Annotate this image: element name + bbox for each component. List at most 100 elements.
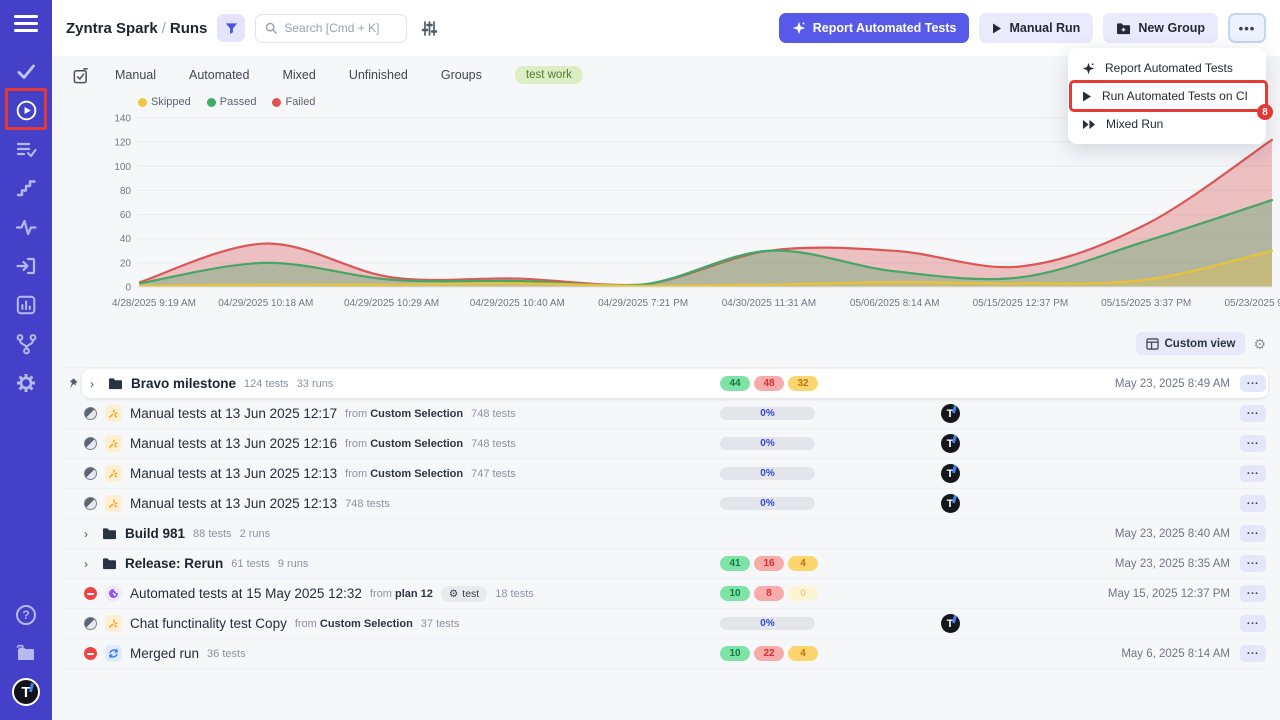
svg-text:04/29/2025 10:40 AM: 04/29/2025 10:40 AM xyxy=(470,298,565,309)
assignee-avatar[interactable]: T xyxy=(941,614,960,633)
table-row-run[interactable]: Manual tests at 13 Jun 2025 12:13 from C… xyxy=(64,459,1268,489)
milestones-stairs-icon[interactable] xyxy=(13,175,39,201)
table-row-run[interactable]: Chat functinality test Copy from Custom … xyxy=(64,609,1268,639)
runs-play-circle-icon[interactable] xyxy=(13,97,39,123)
table-row-group-build-981[interactable]: › Build 981 88 tests 2 runs May 23, 2025… xyxy=(64,519,1268,549)
projects-folder-icon[interactable] xyxy=(13,640,39,666)
manual-run-button[interactable]: Manual Run xyxy=(979,13,1093,43)
svg-text:40: 40 xyxy=(120,234,132,245)
run-tests-count: 18 tests xyxy=(495,588,534,600)
group-tests-count: 61 tests xyxy=(231,558,270,570)
assignee-avatar[interactable]: T xyxy=(941,434,960,453)
chevron-right-icon[interactable]: › xyxy=(84,557,94,571)
passed-dot-icon xyxy=(207,98,216,107)
tests-check-icon[interactable] xyxy=(13,58,39,84)
search-input[interactable] xyxy=(284,21,394,35)
passed-badge: 10 xyxy=(720,586,750,601)
branches-git-icon[interactable] xyxy=(13,331,39,357)
status-pending-icon xyxy=(84,467,97,480)
group-title[interactable]: Build 981 xyxy=(125,526,185,541)
row-more-button[interactable]: ... xyxy=(1240,375,1266,392)
new-group-button[interactable]: New Group xyxy=(1103,13,1218,43)
table-row-run[interactable]: Manual tests at 13 Jun 2025 12:13 748 te… xyxy=(64,489,1268,519)
help-icon[interactable]: ? xyxy=(13,602,39,628)
svg-text:120: 120 xyxy=(114,138,131,149)
custom-view-button[interactable]: Custom view xyxy=(1136,332,1246,355)
test-plans-list-check-icon[interactable] xyxy=(13,136,39,162)
play-icon xyxy=(1082,91,1092,102)
chevron-right-icon[interactable]: › xyxy=(84,527,94,541)
run-title[interactable]: Manual tests at 13 Jun 2025 12:13 xyxy=(130,466,337,481)
chevron-right-icon[interactable]: › xyxy=(90,377,100,391)
filter-tag-test-work[interactable]: test work xyxy=(515,66,583,84)
skipped-badge: 32 xyxy=(788,376,818,391)
group-tests-count: 124 tests xyxy=(244,378,289,390)
run-title[interactable]: Manual tests at 13 Jun 2025 12:13 xyxy=(130,496,337,511)
hamburger-menu-icon[interactable] xyxy=(14,15,38,32)
tab-automated[interactable]: Automated xyxy=(189,68,249,82)
tab-groups[interactable]: Groups xyxy=(441,68,482,82)
run-tests-count: 36 tests xyxy=(207,648,246,660)
assignee-avatar[interactable]: T xyxy=(941,494,960,513)
failed-dot-icon xyxy=(272,98,281,107)
svg-text:04/29/2025 10:18 AM: 04/29/2025 10:18 AM xyxy=(218,298,313,309)
search-box[interactable] xyxy=(255,14,407,43)
table-row-run-merged[interactable]: Merged run 36 tests 10 22 4 May 6, 2025 … xyxy=(64,639,1268,669)
row-more-button[interactable]: ... xyxy=(1240,495,1266,512)
row-more-button[interactable]: ... xyxy=(1240,435,1266,452)
menu-item-run-automated-tests-on-ci[interactable]: Run Automated Tests on CI xyxy=(1068,82,1266,110)
report-automated-tests-button[interactable]: Report Automated Tests xyxy=(779,13,970,43)
run-title[interactable]: Merged run xyxy=(130,646,199,661)
user-avatar[interactable]: T xyxy=(12,678,40,706)
menu-item-report-automated-tests[interactable]: Report Automated Tests xyxy=(1068,54,1266,82)
status-pending-icon xyxy=(84,437,97,450)
analytics-pulse-icon[interactable] xyxy=(13,214,39,240)
group-title[interactable]: Release: Rerun xyxy=(125,556,223,571)
table-row-group-bravo-milestone[interactable]: › Bravo milestone 124 tests 33 runs 44 4… xyxy=(82,369,1268,398)
run-title[interactable]: Manual tests at 13 Jun 2025 12:17 xyxy=(130,406,337,421)
table-row-run[interactable]: Manual tests at 13 Jun 2025 12:17 from C… xyxy=(64,399,1268,429)
progress-bar: 0% xyxy=(720,437,815,450)
tab-manual[interactable]: Manual xyxy=(115,68,156,82)
row-more-button[interactable]: ... xyxy=(1240,525,1266,542)
breadcrumb-project[interactable]: Zyntra Spark xyxy=(66,20,158,37)
result-badges: 10 8 0 xyxy=(720,586,818,601)
import-pull-icon[interactable] xyxy=(13,253,39,279)
result-badges: 44 48 32 xyxy=(720,376,818,391)
filter-button[interactable] xyxy=(217,14,245,42)
env-tag[interactable]: ⚙test xyxy=(441,586,487,602)
assignee-avatar[interactable]: T xyxy=(941,464,960,483)
row-more-button[interactable]: ... xyxy=(1240,405,1266,422)
group-runs-count: 9 runs xyxy=(278,558,309,570)
row-more-button[interactable]: ... xyxy=(1240,645,1266,662)
view-settings-gear-icon[interactable]: ⚙ xyxy=(1253,337,1266,351)
table-row-group-release-rerun[interactable]: › Release: Rerun 61 tests 9 runs 41 16 4… xyxy=(64,549,1268,579)
filter-sliders-icon[interactable] xyxy=(417,16,441,40)
more-actions-button[interactable]: ••• xyxy=(1228,13,1266,43)
run-tests-count: 748 tests xyxy=(471,408,516,420)
table-row-run-automated[interactable]: Automated tests at 15 May 2025 12:32 fro… xyxy=(64,579,1268,609)
select-runs-icon[interactable] xyxy=(72,67,89,84)
reports-bar-chart-icon[interactable] xyxy=(13,292,39,318)
group-title[interactable]: Bravo milestone xyxy=(131,376,236,391)
assignee-avatar[interactable]: T xyxy=(941,404,960,423)
row-more-button[interactable]: ... xyxy=(1240,555,1266,572)
tab-unfinished[interactable]: Unfinished xyxy=(349,68,408,82)
table-view-icon xyxy=(1146,338,1159,350)
folder-icon xyxy=(102,527,117,540)
folder-plus-icon xyxy=(1116,22,1131,35)
run-title[interactable]: Chat functinality test Copy xyxy=(130,616,287,631)
run-title[interactable]: Automated tests at 15 May 2025 12:32 xyxy=(130,586,362,601)
tab-mixed[interactable]: Mixed xyxy=(282,68,315,82)
sparkle-bot-icon xyxy=(792,21,806,35)
menu-item-mixed-run[interactable]: Mixed Run xyxy=(1068,110,1266,138)
row-more-button[interactable]: ... xyxy=(1240,615,1266,632)
settings-gear-icon[interactable] xyxy=(13,370,39,396)
run-title[interactable]: Manual tests at 13 Jun 2025 12:16 xyxy=(130,436,337,451)
legend-skipped: Skipped xyxy=(138,96,191,108)
passed-badge: 10 xyxy=(720,646,750,661)
row-more-button[interactable]: ... xyxy=(1240,585,1266,602)
table-row-run[interactable]: Manual tests at 13 Jun 2025 12:16 from C… xyxy=(64,429,1268,459)
passed-badge: 44 xyxy=(720,376,750,391)
row-more-button[interactable]: ... xyxy=(1240,465,1266,482)
